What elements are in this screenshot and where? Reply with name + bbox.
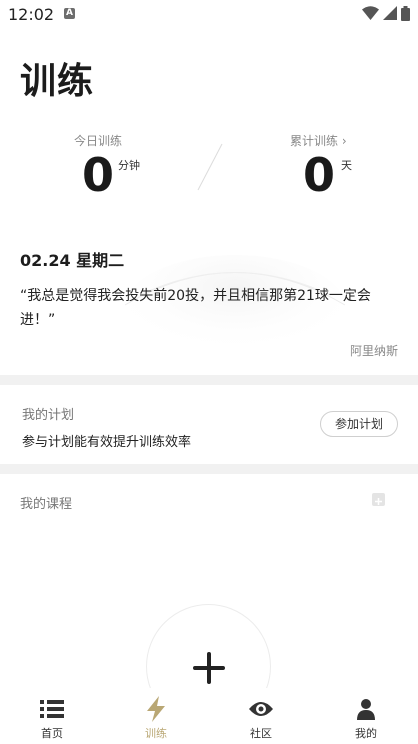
today-value: 0 [82, 148, 115, 202]
tab-training-label: 训练 [145, 727, 167, 740]
tab-home-label: 首页 [41, 727, 63, 740]
section-divider [0, 375, 418, 385]
tab-community[interactable]: 社区 [231, 688, 291, 744]
person-icon [357, 699, 375, 720]
lightning-icon [147, 696, 165, 722]
plan-description: 参与计划能有效提升训练效率 [22, 435, 192, 450]
courses-title: 我的课程 [20, 497, 73, 512]
battery-icon [401, 5, 410, 21]
page-title: 训练 [20, 61, 95, 102]
tab-profile-label: 我的 [355, 727, 377, 740]
status-icons [362, 5, 410, 21]
eye-icon [249, 702, 273, 716]
join-plan-button[interactable]: 参加计划 [320, 411, 398, 437]
total-stat[interactable]: 累计训练 › 0 天 [290, 132, 390, 202]
status-time: 12:02 [8, 5, 55, 24]
stat-divider [197, 143, 223, 191]
section-divider [0, 464, 418, 474]
signal-icon [383, 6, 397, 20]
daily-quote: “我总是觉得我会投失前20投，并且相信那第21球一定会进！” [20, 288, 371, 328]
today-unit: 分钟 [118, 159, 140, 172]
total-value: 0 [303, 148, 336, 202]
tab-profile[interactable]: 我的 [336, 688, 396, 744]
tab-bar: 首页 训练 社区 我的 [0, 688, 418, 744]
date-line: 02.24 星期二 [20, 251, 125, 270]
tab-training[interactable]: 训练 [126, 688, 186, 744]
plus-icon [193, 652, 225, 684]
plan-title: 我的计划 [22, 408, 75, 423]
tab-home[interactable]: 首页 [22, 688, 82, 744]
wifi-icon [362, 6, 379, 20]
total-label[interactable]: 累计训练 › [290, 132, 347, 149]
today-stat: 今日训练 0 分钟 [72, 132, 182, 202]
list-icon [40, 700, 64, 718]
tab-community-label: 社区 [250, 727, 272, 740]
quote-author: 阿里纳斯 [349, 344, 398, 358]
today-label: 今日训练 [74, 134, 123, 148]
notification-badge-icon: A [64, 8, 75, 19]
total-unit: 天 [341, 159, 352, 172]
add-course-icon[interactable] [372, 493, 385, 506]
